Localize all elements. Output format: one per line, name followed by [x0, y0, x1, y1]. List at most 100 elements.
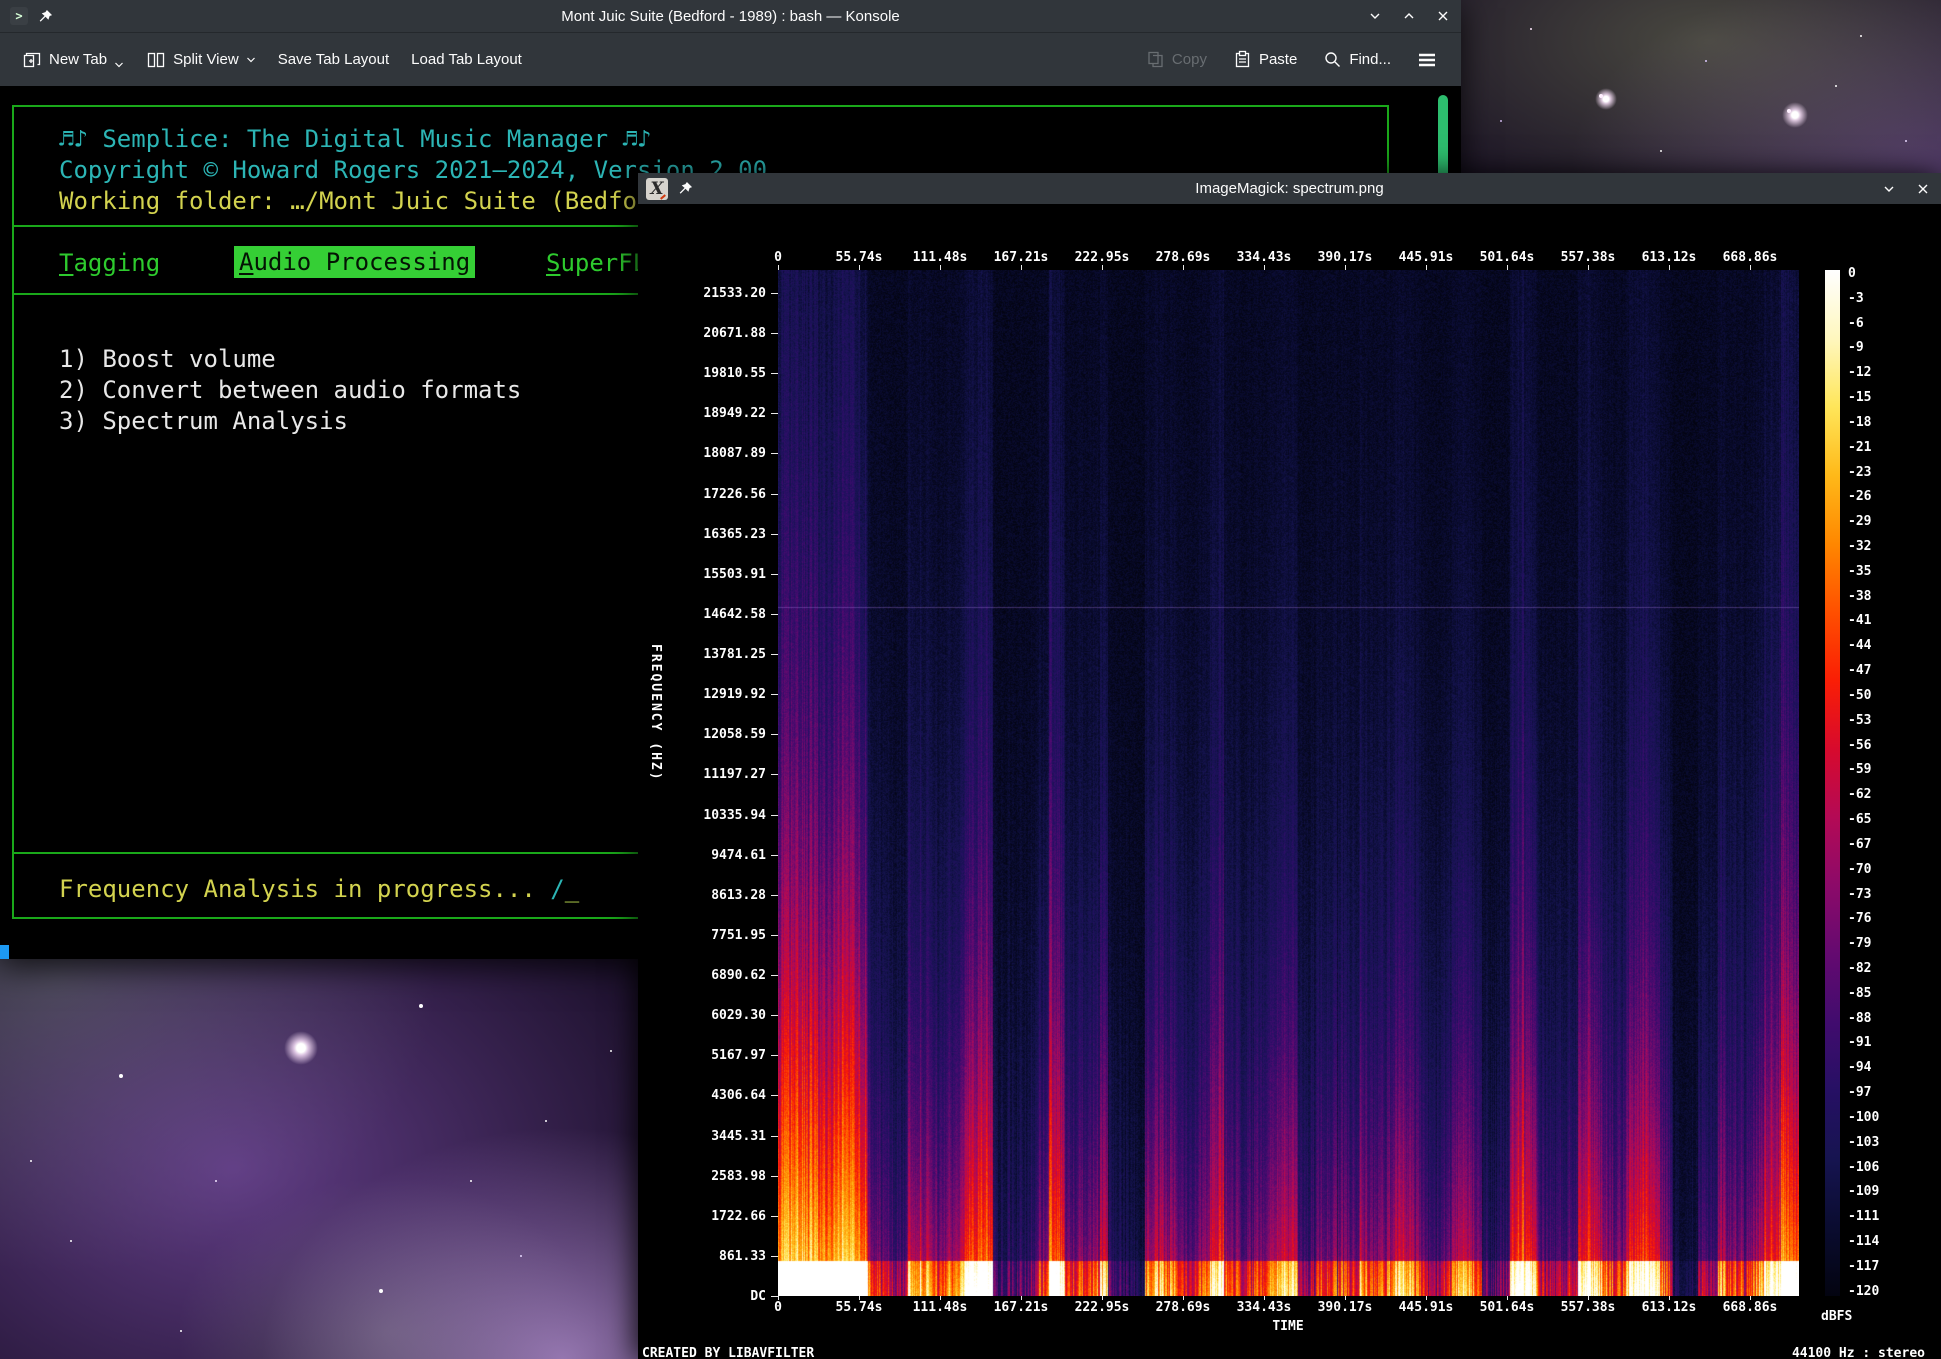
time-tick-label: 390.17s — [1315, 250, 1375, 265]
time-tickmark — [1264, 1296, 1265, 1300]
status-text: Frequency Analysis in progress... — [59, 875, 550, 903]
time-tick-label: 167.21s — [991, 1300, 1051, 1315]
hamburger-menu-button[interactable] — [1417, 52, 1437, 68]
konsole-window-title: Mont Juic Suite (Bedford - 1989) : bash … — [0, 8, 1461, 25]
shade-icon[interactable] — [1881, 181, 1897, 197]
db-tick-label: -111 — [1848, 1209, 1879, 1224]
maximize-icon[interactable] — [1401, 8, 1417, 24]
db-tick-label: -103 — [1848, 1135, 1879, 1150]
freq-tickmark — [771, 935, 778, 936]
freq-tickmark — [771, 734, 778, 735]
freq-tick-label: 15503.91 — [666, 567, 766, 582]
time-tickmark — [1750, 265, 1751, 270]
time-tick-label: 334.43s — [1234, 250, 1294, 265]
menu-option-3[interactable]: 3) Spectrum Analysis — [59, 406, 348, 436]
freq-tickmark — [771, 654, 778, 655]
freq-tickmark — [771, 694, 778, 695]
db-tick-label: -35 — [1848, 564, 1871, 579]
hamburger-icon — [1417, 52, 1437, 68]
close-icon[interactable] — [1435, 8, 1451, 24]
freq-tickmark — [771, 1176, 778, 1177]
db-tick-label: -47 — [1848, 663, 1871, 678]
freq-tickmark — [771, 614, 778, 615]
tab-audio-processing[interactable]: Audio Processing — [234, 246, 475, 278]
find-button[interactable]: Find... — [1323, 50, 1391, 69]
close-icon[interactable] — [1915, 181, 1931, 197]
imagemagick-window-title: ImageMagick: spectrum.png — [638, 180, 1941, 197]
freq-tickmark — [771, 293, 778, 294]
konsole-toolbar: New Tab Split View Save Tab Layout Load … — [0, 33, 1461, 86]
terminal-status-line: Frequency Analysis in progress... /_ — [59, 874, 579, 904]
db-tick-label: -26 — [1848, 489, 1871, 504]
db-tick-label: -62 — [1848, 787, 1871, 802]
pin-icon[interactable] — [678, 181, 693, 196]
colorbar-unit: dBFS — [1821, 1309, 1852, 1324]
freq-tick-label: 11197.27 — [666, 767, 766, 782]
pin-icon[interactable] — [38, 9, 53, 24]
db-tick-label: -109 — [1848, 1184, 1879, 1199]
load-tab-layout-button[interactable]: Load Tab Layout — [411, 51, 522, 68]
db-tick-label: -18 — [1848, 415, 1871, 430]
db-tick-label: -117 — [1848, 1259, 1879, 1274]
db-tick-label: -29 — [1848, 514, 1871, 529]
db-tick-label: -70 — [1848, 862, 1871, 877]
db-tick-label: -85 — [1848, 986, 1871, 1001]
konsole-titlebar[interactable]: > Mont Juic Suite (Bedford - 1989) : bas… — [0, 0, 1461, 33]
footer-created-by: CREATED BY LIBAVFILTER — [642, 1346, 814, 1359]
tab-superflac[interactable]: SuperFL — [546, 248, 647, 278]
chevron-down-icon — [246, 56, 256, 64]
save-tab-layout-button[interactable]: Save Tab Layout — [278, 51, 389, 68]
db-tick-label: -12 — [1848, 365, 1871, 380]
split-view-button[interactable]: Split View — [146, 50, 256, 70]
imagemagick-window: X ImageMagick: spectrum.png FREQUENCY (H… — [638, 173, 1941, 1359]
time-tick-label: 557.38s — [1558, 250, 1618, 265]
db-tick-label: -67 — [1848, 837, 1871, 852]
time-tickmark — [859, 265, 860, 270]
paste-label: Paste — [1259, 51, 1297, 68]
db-tick-label: -59 — [1848, 762, 1871, 777]
time-tickmark — [1669, 265, 1670, 270]
imagemagick-logo-icon: X — [646, 178, 668, 200]
find-label: Find... — [1349, 51, 1391, 68]
freq-tick-label: 16365.23 — [666, 527, 766, 542]
freq-tickmark — [771, 453, 778, 454]
terminal-working-folder: Working folder: …/Mont Juic Suite (Bedfo… — [59, 186, 666, 216]
time-tick-label: 445.91s — [1396, 250, 1456, 265]
spectrogram-canvas — [778, 270, 1799, 1296]
time-tick-label: 222.95s — [1072, 1300, 1132, 1315]
load-tab-layout-label: Load Tab Layout — [411, 51, 522, 68]
paste-button[interactable]: Paste — [1233, 50, 1297, 69]
imagemagick-titlebar[interactable]: X ImageMagick: spectrum.png — [638, 173, 1941, 205]
freq-tickmark — [771, 534, 778, 535]
new-tab-button[interactable]: New Tab — [22, 50, 124, 70]
freq-tick-label: 14642.58 — [666, 607, 766, 622]
db-tick-label: -65 — [1848, 812, 1871, 827]
time-tick-label: 613.12s — [1639, 1300, 1699, 1315]
freq-tick-label: 5167.97 — [666, 1048, 766, 1063]
time-tickmark — [778, 265, 779, 270]
freq-tickmark — [771, 975, 778, 976]
db-tick-label: -91 — [1848, 1035, 1871, 1050]
db-tick-label: -76 — [1848, 911, 1871, 926]
db-tick-label: -3 — [1848, 291, 1864, 306]
db-tick-label: -82 — [1848, 961, 1871, 976]
time-tick-label: 557.38s — [1558, 1300, 1618, 1315]
freq-tick-label: 9474.61 — [666, 848, 766, 863]
time-tickmark — [778, 1296, 779, 1300]
minimize-icon[interactable] — [1367, 8, 1383, 24]
menu-option-2[interactable]: 2) Convert between audio formats — [59, 375, 521, 405]
db-tick-label: -56 — [1848, 738, 1871, 753]
time-tick-label: 501.64s — [1477, 1300, 1537, 1315]
desktop: > Mont Juic Suite (Bedford - 1989) : bas… — [0, 0, 1941, 1359]
tab-tagging[interactable]: Tagging — [59, 248, 160, 278]
freq-tick-label: 1722.66 — [666, 1209, 766, 1224]
freq-tickmark — [771, 1136, 778, 1137]
time-tickmark — [1102, 1296, 1103, 1300]
menu-option-1[interactable]: 1) Boost volume — [59, 344, 276, 374]
time-tickmark — [1669, 1296, 1670, 1300]
freq-tick-label: 12919.92 — [666, 687, 766, 702]
spectrogram-image[interactable]: FREQUENCY (HZ) 0055.74s55.74s111.48s111.… — [638, 204, 1941, 1359]
footer-sample-rate: 44100 Hz : stereo — [1792, 1346, 1925, 1359]
freq-tickmark — [771, 815, 778, 816]
time-tickmark — [1588, 1296, 1589, 1300]
